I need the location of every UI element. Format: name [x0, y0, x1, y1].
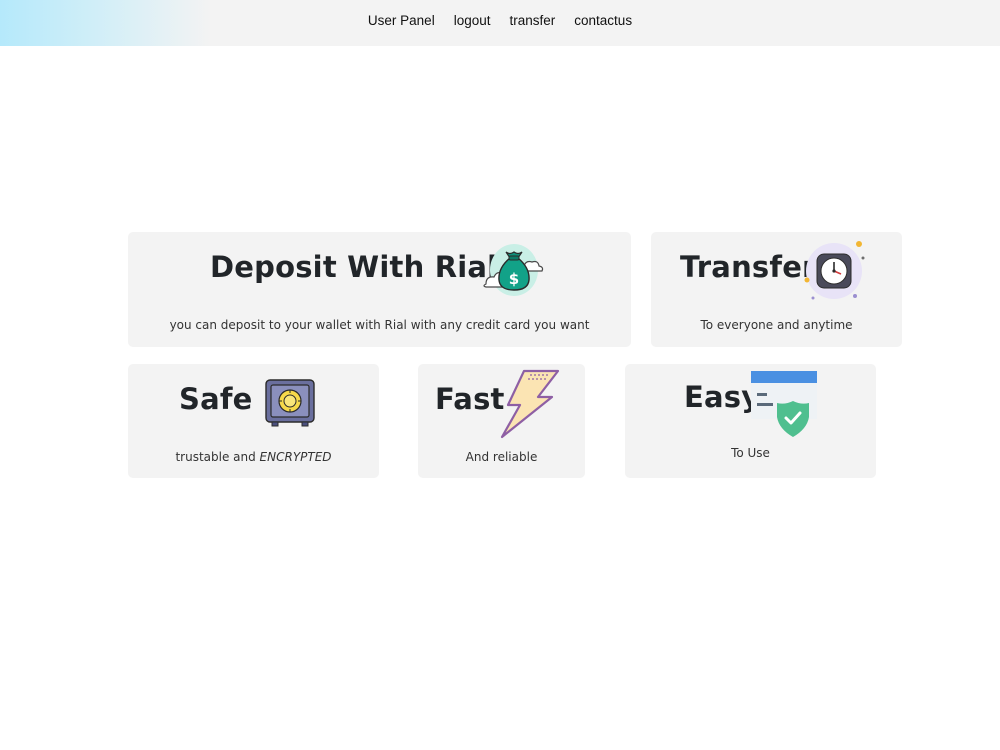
- fast-card: Fast And reliable: [418, 364, 585, 478]
- safe-card-subtitle: trustable and ENCRYPTED: [128, 450, 379, 464]
- nav-logout-link[interactable]: logout: [454, 13, 491, 28]
- easy-card-title: Easy: [684, 380, 761, 414]
- svg-text:$: $: [509, 270, 519, 288]
- easy-card: Easy To Use: [625, 364, 876, 478]
- nav-transfer-link[interactable]: transfer: [510, 13, 556, 28]
- fast-card-title: Fast: [435, 382, 505, 416]
- navbar: User Panel logout transfer contactus: [0, 0, 1000, 46]
- deposit-card: Deposit With Rial $ you can deposit to y…: [128, 232, 631, 347]
- easy-card-subtitle: To Use: [731, 446, 770, 460]
- deposit-card-title: Deposit With Rial: [210, 250, 498, 284]
- deposit-card-subtitle: you can deposit to your wallet with Rial…: [169, 318, 590, 332]
- clock-icon: [804, 241, 865, 300]
- safe-card: Safe trustable and ENCRYPTED: [128, 364, 379, 478]
- money-bag-icon: $: [483, 244, 544, 296]
- nav-links: User Panel logout transfer contactus: [0, 0, 1000, 40]
- fast-card-subtitle: And reliable: [465, 450, 538, 464]
- nav-contactus-link[interactable]: contactus: [574, 13, 632, 28]
- safe-card-title: Safe: [179, 382, 253, 416]
- safe-subtitle-text: trustable and: [175, 450, 260, 464]
- nav-user-panel-link[interactable]: User Panel: [368, 13, 435, 28]
- lightning-icon: [500, 369, 560, 439]
- transfer-card: Transfer To everyone and anytime: [651, 232, 902, 347]
- safe-vault-icon: [265, 379, 315, 427]
- transfer-card-title: Transfer: [680, 250, 817, 284]
- secure-card-icon: [751, 371, 817, 437]
- transfer-card-subtitle: To everyone and anytime: [700, 318, 853, 332]
- safe-subtitle-encrypted: ENCRYPTED: [259, 450, 332, 464]
